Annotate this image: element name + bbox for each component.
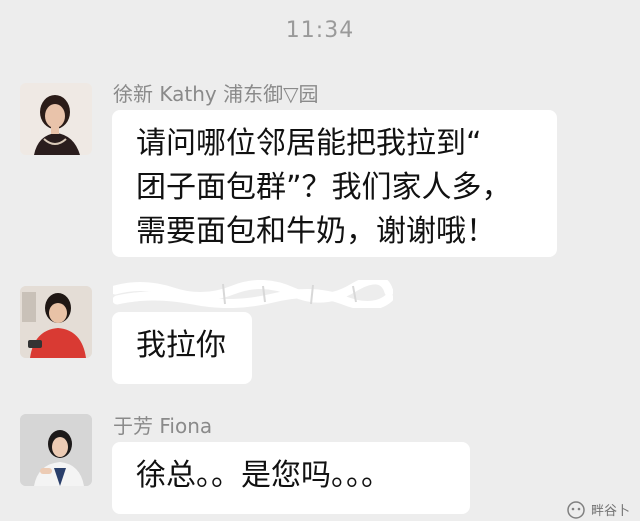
wechat-official-account-icon [567, 500, 585, 519]
redaction-scribble [113, 280, 393, 308]
message-text: 请问哪位邻居能把我拉到“ 团子面包群”？我们家人多， 需要面包和牛奶，谢谢哦！ [136, 126, 512, 249]
avatar[interactable] [20, 414, 92, 486]
woman-red-top-avatar-icon [20, 286, 92, 358]
message-bubble[interactable]: 我拉你 [112, 312, 252, 384]
message-text: 我拉你 [136, 328, 226, 363]
avatar[interactable] [20, 286, 92, 358]
sender-name: 徐新 Kathy 浦东御▽园 [113, 82, 319, 106]
avatar[interactable] [20, 83, 92, 155]
watermark-text: 畔谷卜 [590, 504, 630, 519]
message-bubble[interactable]: 徐总。。是您吗。。。 [112, 442, 470, 514]
watermark: 畔谷卜 [567, 500, 630, 519]
sender-name: 于芳 Fiona [113, 414, 213, 438]
message-bubble[interactable]: 请问哪位邻居能把我拉到“ 团子面包群”？我们家人多， 需要面包和牛奶，谢谢哦！ [112, 110, 557, 257]
message-text: 徐总。。是您吗。。。 [136, 458, 391, 493]
woman-white-shirt-avatar-icon [20, 414, 92, 486]
message-timestamp: 11:34 [285, 18, 355, 43]
woman-portrait-avatar-icon [20, 83, 92, 155]
